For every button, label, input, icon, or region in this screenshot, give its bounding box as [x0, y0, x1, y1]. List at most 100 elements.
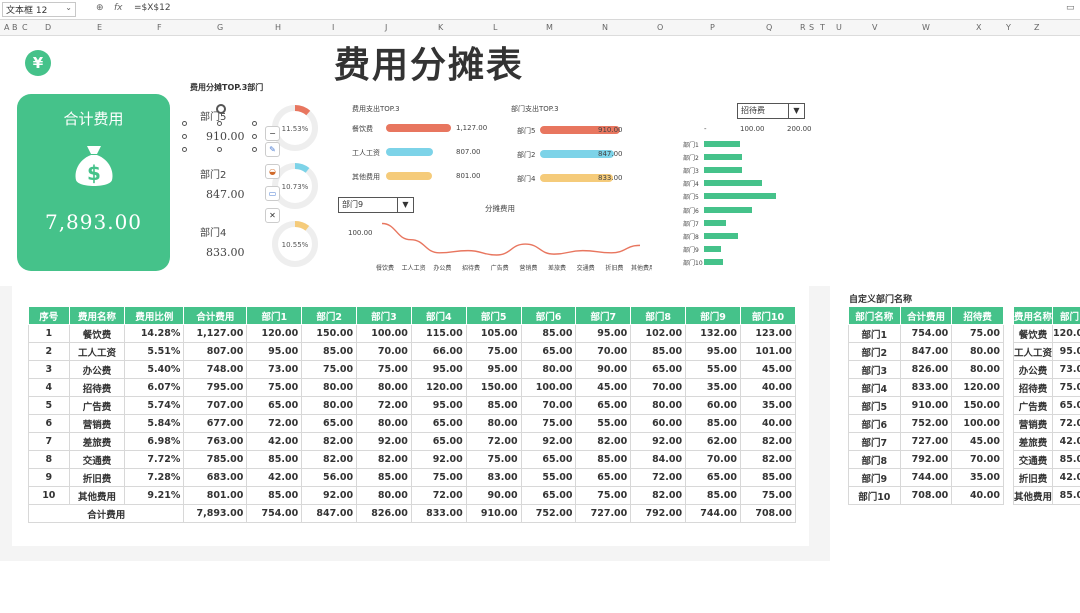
table-cell[interactable]: 754.00 — [899, 324, 953, 343]
table-cell[interactable]: 65.00 — [520, 486, 577, 505]
chevron-down-icon[interactable]: ▼ — [788, 104, 804, 118]
column-header[interactable]: 部门5 — [465, 306, 522, 325]
column-header[interactable]: 部门6 — [520, 306, 577, 325]
column-header[interactable]: 费用名称 — [1012, 306, 1054, 325]
table-cell[interactable]: 727.00 — [899, 432, 953, 451]
table-cell[interactable]: 92.00 — [410, 450, 467, 469]
zoom-icon[interactable]: ⊕ — [96, 3, 104, 13]
table-cell[interactable]: 1,127.00 — [183, 324, 248, 343]
column-header[interactable]: 序号 — [28, 306, 70, 325]
table-cell[interactable]: 75.00 — [575, 486, 632, 505]
table-cell[interactable]: 部门1 — [848, 324, 901, 343]
table-cell[interactable]: 7.72% — [124, 450, 185, 469]
table-cell[interactable]: 40.00 — [739, 414, 797, 433]
table-cell[interactable]: 75.00 — [951, 324, 1004, 343]
table-cell[interactable]: 9.21% — [124, 486, 185, 505]
column-header[interactable]: 部门名称 — [848, 306, 901, 325]
column-header[interactable]: T — [820, 23, 825, 32]
table-cell[interactable]: 70.00 — [575, 342, 632, 361]
column-header[interactable]: 部门1 — [246, 306, 303, 325]
table-cell[interactable]: 部门2 — [848, 342, 901, 361]
table-cell[interactable]: 2 — [28, 342, 70, 361]
minus-icon[interactable]: − — [265, 126, 280, 141]
table-cell[interactable]: 85.00 — [630, 342, 687, 361]
expand-icon[interactable]: ▭ — [1066, 3, 1075, 13]
table-cell[interactable]: 营销费 — [1012, 414, 1054, 433]
table-cell[interactable]: 82.00 — [575, 432, 632, 451]
table-cell[interactable]: 35.00 — [685, 378, 741, 397]
table-cell[interactable]: 5.51% — [124, 342, 185, 361]
table-cell[interactable]: 广告费 — [68, 396, 126, 415]
column-header[interactable]: R — [800, 23, 806, 32]
table-cell[interactable]: 招待费 — [68, 378, 126, 397]
table-cell[interactable]: 73.00 — [1052, 360, 1080, 379]
table-cell[interactable]: 70.00 — [951, 450, 1004, 469]
table-cell[interactable]: 65.00 — [630, 360, 687, 379]
column-header[interactable]: Q — [766, 23, 772, 32]
table-cell[interactable]: 84.00 — [630, 450, 687, 469]
table-cell[interactable]: 45.00 — [951, 432, 1004, 451]
column-header[interactable]: 招待费 — [951, 306, 1004, 325]
table-cell[interactable]: 65.00 — [685, 468, 741, 487]
table-cell[interactable]: 115.00 — [410, 324, 467, 343]
table-cell[interactable]: 55.00 — [685, 360, 741, 379]
formula-input[interactable]: =$X$12 — [134, 3, 171, 13]
table-cell[interactable]: 部门7 — [848, 432, 901, 451]
dept-dropdown[interactable]: 部门9 ▼ — [338, 197, 414, 213]
table-cell[interactable]: 10 — [28, 486, 70, 505]
table-cell[interactable]: 95.00 — [410, 360, 467, 379]
table-cell[interactable]: 754.00 — [246, 504, 303, 523]
table-cell[interactable]: 85.00 — [356, 468, 412, 487]
table-cell[interactable]: 部门4 — [848, 378, 901, 397]
selection-handle[interactable] — [182, 134, 187, 139]
column-header[interactable]: U — [836, 23, 842, 32]
table-cell[interactable]: 92.00 — [301, 486, 358, 505]
table-cell[interactable]: 744.00 — [685, 504, 741, 523]
column-header[interactable]: Y — [1006, 23, 1011, 32]
table-cell[interactable]: 65.00 — [410, 432, 467, 451]
table-cell[interactable]: 餐饮费 — [68, 324, 126, 343]
table-cell[interactable]: 85.00 — [246, 486, 303, 505]
table-cell[interactable]: 42.00 — [1052, 468, 1080, 487]
selection-handle[interactable] — [252, 134, 257, 139]
table-cell[interactable]: 75.00 — [356, 360, 412, 379]
table-cell[interactable]: 80.00 — [356, 414, 412, 433]
table-cell[interactable]: 80.00 — [465, 414, 522, 433]
table-cell[interactable]: 744.00 — [899, 468, 953, 487]
table-cell[interactable]: 92.00 — [520, 432, 577, 451]
table-cell[interactable]: 85.00 — [301, 342, 358, 361]
table-cell[interactable]: 90.00 — [465, 486, 522, 505]
table-cell[interactable]: 5 — [28, 396, 70, 415]
column-header[interactable]: 部门7 — [575, 306, 632, 325]
table-cell[interactable]: 餐饮费 — [1012, 324, 1054, 343]
table-cell[interactable]: 62.00 — [685, 432, 741, 451]
column-header[interactable]: F — [157, 23, 162, 32]
table-cell[interactable]: 14.28% — [124, 324, 185, 343]
table-cell[interactable]: 65.00 — [246, 396, 303, 415]
table-cell[interactable]: 55.00 — [520, 468, 577, 487]
table-cell[interactable]: 40.00 — [739, 378, 797, 397]
column-header[interactable]: K — [438, 23, 443, 32]
table-cell[interactable]: 5.74% — [124, 396, 185, 415]
table-cell[interactable]: 70.00 — [630, 378, 687, 397]
table-cell[interactable]: 折旧费 — [68, 468, 126, 487]
table-cell[interactable]: 35.00 — [951, 468, 1004, 487]
table-cell[interactable]: 办公费 — [68, 360, 126, 379]
table-cell[interactable]: 70.00 — [520, 396, 577, 415]
table-cell[interactable]: 85.00 — [575, 450, 632, 469]
table-cell[interactable]: 60.00 — [630, 414, 687, 433]
table-cell[interactable]: 75.00 — [301, 360, 358, 379]
column-header[interactable]: 费用名称 — [68, 306, 126, 325]
table-cell[interactable]: 683.00 — [183, 468, 248, 487]
table-cell[interactable]: 75.00 — [1052, 378, 1080, 397]
table-cell[interactable]: 42.00 — [1052, 432, 1080, 451]
table-cell[interactable]: 35.00 — [739, 396, 797, 415]
column-header[interactable]: 部门2 — [301, 306, 358, 325]
table-cell[interactable]: 80.00 — [301, 378, 358, 397]
table-cell[interactable]: 其他费用 — [1012, 486, 1054, 505]
table-cell[interactable]: 150.00 — [465, 378, 522, 397]
selection-handle[interactable] — [252, 121, 257, 126]
table-cell[interactable]: 广告费 — [1012, 396, 1054, 415]
table-cell[interactable]: 120.00 — [410, 378, 467, 397]
table-cell[interactable]: 60.00 — [685, 396, 741, 415]
